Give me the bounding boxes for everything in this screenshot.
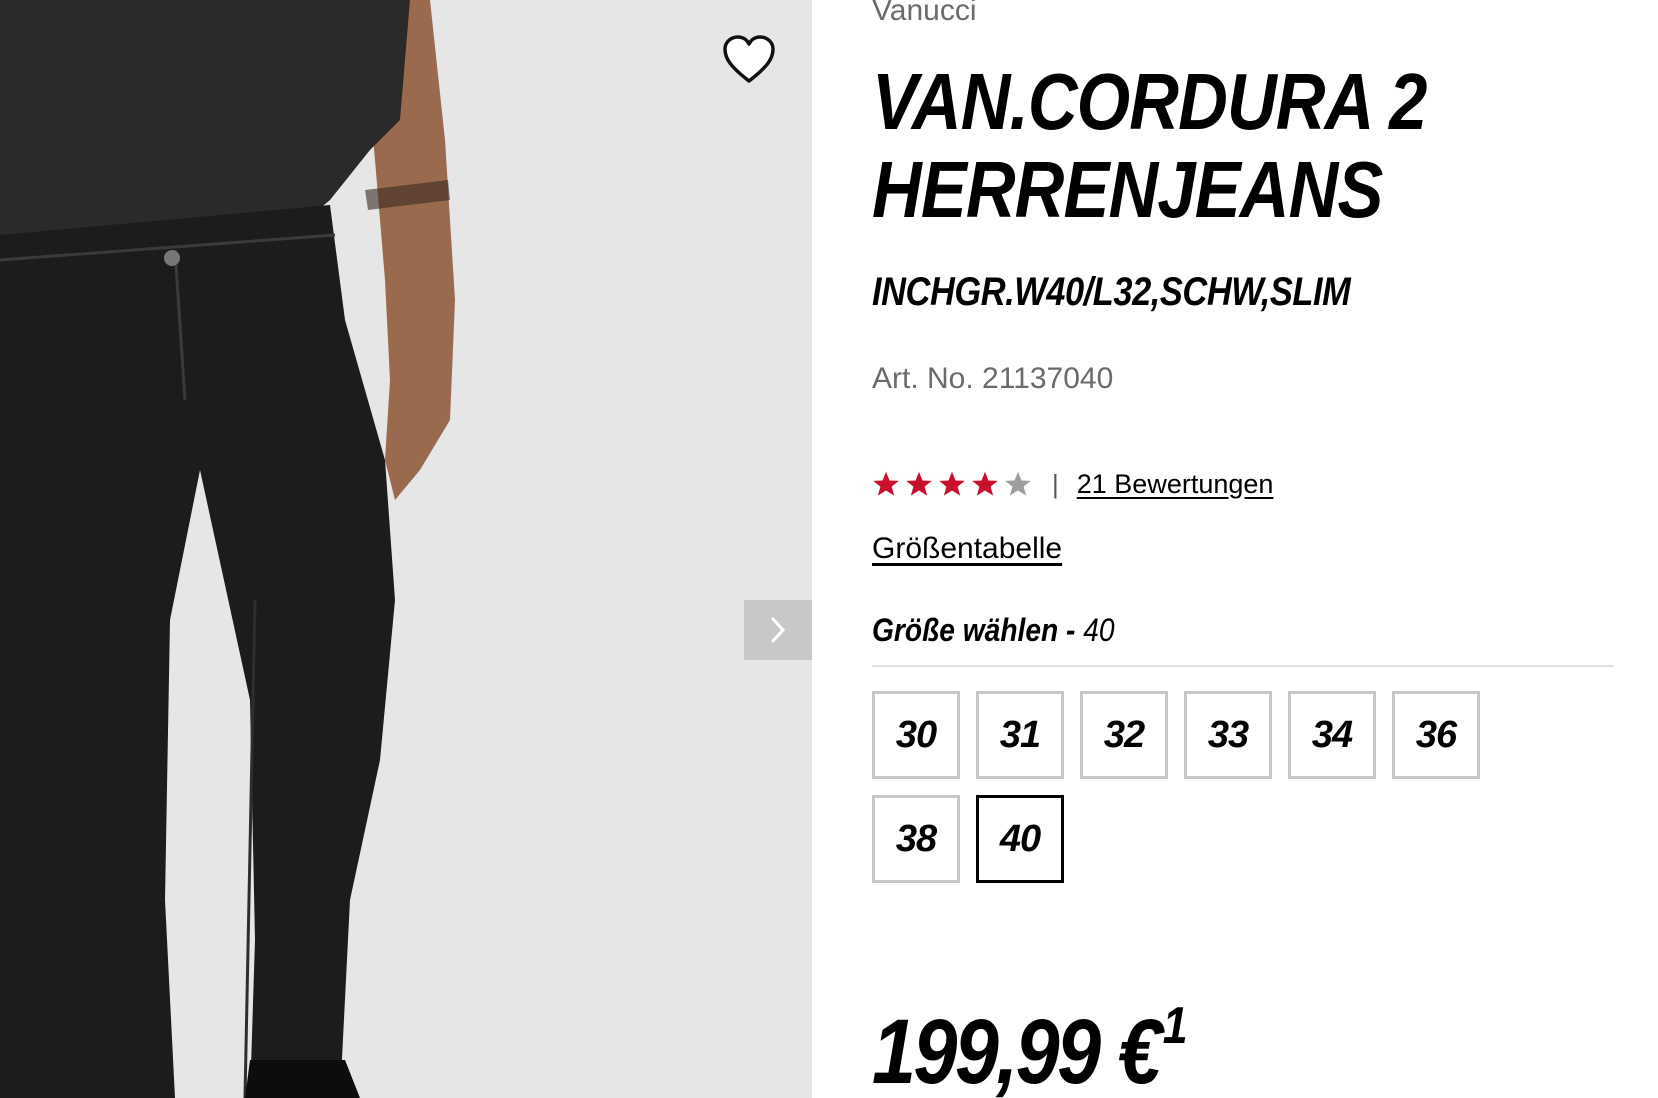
brand-link[interactable]: Vanucci [872,0,977,28]
size-option-33[interactable]: 33 [1184,691,1272,779]
selected-size: 40 [1083,612,1115,648]
reviews-link[interactable]: 21 Bewertungen [1077,469,1274,500]
size-chart-link[interactable]: Größentabelle [872,532,1062,566]
price-amount: 199,99 € [872,1001,1162,1098]
size-option-34[interactable]: 34 [1288,691,1376,779]
product-title-line2: HERRENJEANS [872,145,1383,234]
rating-stars[interactable] [872,470,1032,498]
star-filled-icon [906,471,932,496]
size-option-40[interactable]: 40 [976,795,1064,883]
price-footnote[interactable]: 1 [1163,997,1188,1055]
rating-separator: | [1052,468,1059,499]
product-image-gallery [0,0,812,1098]
size-options: 30 31 32 33 34 36 38 40 [872,691,1512,883]
product-title-line1: VAN.CORDURA 2 [872,57,1427,146]
size-option-36[interactable]: 36 [1392,691,1480,779]
price: 199,99 €1 [872,976,1188,1098]
star-filled-icon [873,471,899,496]
star-empty-icon [1005,471,1031,496]
next-image-button[interactable] [744,600,812,660]
product-photo [0,0,812,1098]
wishlist-button[interactable] [721,33,777,85]
star-filled-icon [972,471,998,496]
product-variant: INCHGR.W40/L32,SCHW,SLIM [872,270,1351,314]
divider [872,665,1614,667]
product-title: VAN.CORDURA 2 HERRENJEANS [872,58,1508,234]
size-option-32[interactable]: 32 [1080,691,1168,779]
size-option-30[interactable]: 30 [872,691,960,779]
article-number: Art. No. 21137040 [872,362,1114,395]
rating: | 21 Bewertungen [872,464,1273,504]
star-filled-icon [939,471,965,496]
size-select-heading: Größe wählen - 40 [872,612,1115,649]
size-select-label: Größe wählen - [872,612,1084,648]
size-option-31[interactable]: 31 [976,691,1064,779]
heart-outline-icon [723,35,775,83]
size-option-38[interactable]: 38 [872,795,960,883]
chevron-right-icon [771,617,786,643]
